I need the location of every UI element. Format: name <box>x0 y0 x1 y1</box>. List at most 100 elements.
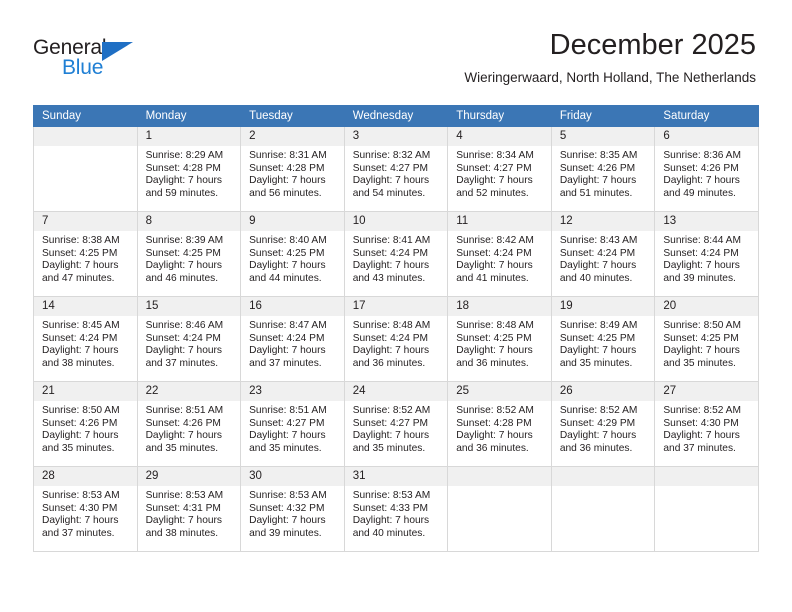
day-info-line: Sunset: 4:31 PM <box>145 502 221 514</box>
day-info-line: Daylight: 7 hours <box>663 430 740 442</box>
day-info-line: Daylight: 7 hours <box>249 345 326 357</box>
day-info-line: Sunset: 4:27 PM <box>249 417 325 429</box>
day-number: 23 <box>241 382 344 401</box>
calendar-day-cell[interactable]: 20 Sunrise: 8:50 AM Sunset: 4:25 PM Dayligh… <box>654 296 759 382</box>
day-info-line: and 36 minutes. <box>559 442 633 454</box>
calendar-day-cell[interactable]: 31 Sunrise: 8:53 AM Sunset: 4:33 PM Dayligh… <box>343 466 449 552</box>
weekday-headers: Sunday Monday Tuesday Wednesday Thursday Frid… <box>33 105 759 127</box>
day-info-line: Sunrise: 8:43 AM <box>559 235 638 246</box>
calendar-day-cell[interactable]: 16 Sunrise: 8:47 AM Sunset: 4:24 PM Dayligh… <box>240 296 345 382</box>
day-info-line: Sunrise: 8:35 AM <box>559 150 638 161</box>
calendar-day-cell[interactable]: 12 Sunrise: 8:43 AM Sunset: 4:24 PM Dayligh… <box>550 211 656 297</box>
calendar-day-cell[interactable]: 28 Sunrise: 8:53 AM Sunset: 4:30 PM Dayligh… <box>33 466 138 552</box>
day-info-line: Sunrise: 8:36 AM <box>663 150 741 161</box>
day-info-line: Daylight: 7 hours <box>352 260 430 272</box>
triangle-icon <box>102 42 133 61</box>
day-number: 29 <box>137 467 241 486</box>
day-info-line: Sunset: 4:32 PM <box>249 502 325 514</box>
day-info-line: Sunrise: 8:39 AM <box>145 235 224 246</box>
day-info-line: Daylight: 7 hours <box>145 515 223 527</box>
calendar-day-cell[interactable]: 30 Sunrise: 8:53 AM Sunset: 4:32 PM Dayligh… <box>240 466 345 552</box>
weekday-header-wednesday: Wednesday <box>343 105 449 127</box>
day-info-line: Sunrise: 8:38 AM <box>42 235 120 246</box>
calendar-day-cell[interactable]: 25 Sunrise: 8:52 AM Sunset: 4:28 PM Dayligh… <box>447 381 552 467</box>
day-info-line: Sunset: 4:30 PM <box>42 502 118 514</box>
calendar-day-cell[interactable]: 19 Sunrise: 8:49 AM Sunset: 4:25 PM Dayligh… <box>550 296 656 382</box>
calendar-day-cell[interactable]: 21 Sunrise: 8:50 AM Sunset: 4:26 PM Dayligh… <box>33 381 138 467</box>
day-sun-info: Sunrise: 8:52 AM Sunset: 4:28 PM Daylight:… <box>448 401 551 455</box>
day-info-line: Daylight: 7 hours <box>456 345 533 357</box>
day-info-line: Daylight: 7 hours <box>249 175 326 187</box>
calendar-day-cell[interactable]: 9 Sunrise: 8:40 AM Sunset: 4:25 PM Daylight… <box>240 211 345 297</box>
calendar-cell-empty <box>654 466 759 552</box>
day-info-line: and 35 minutes. <box>663 357 736 369</box>
calendar-day-cell[interactable]: 29 Sunrise: 8:53 AM Sunset: 4:31 PM Dayligh… <box>136 466 242 552</box>
day-info-line: and 39 minutes. <box>249 527 322 539</box>
calendar-day-cell[interactable]: 22 Sunrise: 8:51 AM Sunset: 4:26 PM Dayligh… <box>136 381 242 467</box>
calendar-day-cell[interactable]: 10 Sunrise: 8:41 AM Sunset: 4:24 PM Dayligh… <box>343 211 449 297</box>
day-number: 4 <box>448 127 551 146</box>
generalblue-logo[interactable]: General Blue <box>33 36 183 86</box>
day-info-line: Sunset: 4:25 PM <box>249 247 325 259</box>
day-info-line: and 35 minutes. <box>559 357 633 369</box>
calendar-day-cell[interactable]: 24 Sunrise: 8:52 AM Sunset: 4:27 PM Dayligh… <box>343 381 449 467</box>
day-info-line: Daylight: 7 hours <box>352 430 430 442</box>
day-number: 18 <box>448 297 551 316</box>
day-info-line: Sunrise: 8:44 AM <box>663 235 741 246</box>
day-info-line: Daylight: 7 hours <box>559 175 637 187</box>
day-info-line: Sunrise: 8:51 AM <box>249 405 327 416</box>
day-sun-info: Sunrise: 8:39 AM Sunset: 4:25 PM Daylight:… <box>138 231 241 285</box>
calendar-day-cell[interactable]: 23 Sunrise: 8:51 AM Sunset: 4:27 PM Dayligh… <box>240 381 345 467</box>
calendar-day-cell[interactable]: 13 Sunrise: 8:44 AM Sunset: 4:24 PM Dayligh… <box>654 211 759 297</box>
day-number: 16 <box>241 297 344 316</box>
day-sun-info: Sunrise: 8:35 AM Sunset: 4:26 PM Daylight:… <box>552 146 655 200</box>
day-info-line: Daylight: 7 hours <box>352 345 430 357</box>
day-info-line: Sunset: 4:27 PM <box>352 162 429 174</box>
calendar-cell-empty <box>447 466 552 552</box>
day-info-line: Sunrise: 8:53 AM <box>352 490 431 501</box>
calendar-day-cell[interactable]: 15 Sunrise: 8:46 AM Sunset: 4:24 PM Dayligh… <box>136 296 242 382</box>
weekday-header-sunday: Sunday <box>33 105 138 127</box>
weekday-header-saturday: Saturday <box>654 105 759 127</box>
day-info-line: Sunset: 4:29 PM <box>559 417 636 429</box>
day-info-line: and 37 minutes. <box>145 357 219 369</box>
day-sun-info: Sunrise: 8:51 AM Sunset: 4:27 PM Daylight:… <box>241 401 344 455</box>
calendar-day-cell[interactable]: 26 Sunrise: 8:52 AM Sunset: 4:29 PM Dayligh… <box>550 381 656 467</box>
day-info-line: and 40 minutes. <box>559 272 633 284</box>
day-info-line: and 37 minutes. <box>663 442 736 454</box>
calendar-day-cell[interactable]: 27 Sunrise: 8:52 AM Sunset: 4:30 PM Dayligh… <box>654 381 759 467</box>
day-info-line: Daylight: 7 hours <box>456 260 533 272</box>
calendar-day-cell[interactable]: 8 Sunrise: 8:39 AM Sunset: 4:25 PM Daylight… <box>136 211 242 297</box>
day-info-line: Sunrise: 8:47 AM <box>249 320 327 331</box>
calendar-day-cell[interactable]: 6 Sunrise: 8:36 AM Sunset: 4:26 PM Daylight… <box>654 126 759 212</box>
logo-text-blue: Blue <box>62 56 104 79</box>
calendar-day-cell[interactable]: 11 Sunrise: 8:42 AM Sunset: 4:24 PM Dayligh… <box>447 211 552 297</box>
day-number: 28 <box>34 467 137 486</box>
calendar-day-cell[interactable]: 2 Sunrise: 8:31 AM Sunset: 4:28 PM Daylight… <box>240 126 345 212</box>
calendar-day-cell[interactable]: 7 Sunrise: 8:38 AM Sunset: 4:25 PM Daylight… <box>33 211 138 297</box>
calendar-day-cell[interactable]: 17 Sunrise: 8:48 AM Sunset: 4:24 PM Dayligh… <box>343 296 449 382</box>
calendar-page: General Blue December 2025 Wieringerwaar… <box>0 0 792 612</box>
calendar-day-cell[interactable]: 18 Sunrise: 8:48 AM Sunset: 4:25 PM Dayligh… <box>447 296 552 382</box>
day-number: 31 <box>344 467 448 486</box>
day-sun-info: Sunrise: 8:51 AM Sunset: 4:26 PM Daylight:… <box>138 401 241 455</box>
day-info-line: Sunset: 4:26 PM <box>663 162 739 174</box>
day-sun-info: Sunrise: 8:41 AM Sunset: 4:24 PM Daylight:… <box>345 231 448 285</box>
day-info-line: and 35 minutes. <box>42 442 115 454</box>
day-info-line: and 41 minutes. <box>456 272 529 284</box>
day-number: 21 <box>34 382 137 401</box>
day-info-line: Sunset: 4:27 PM <box>352 417 429 429</box>
calendar-day-cell[interactable]: 1 Sunrise: 8:29 AM Sunset: 4:28 PM Daylight… <box>136 126 242 212</box>
calendar-grid: Sunday Monday Tuesday Wednesday Thursday Frid… <box>33 105 759 552</box>
calendar-week-row: 14 Sunrise: 8:45 AM Sunset: 4:24 PM Dayligh… <box>33 296 759 382</box>
calendar-day-cell[interactable]: 5 Sunrise: 8:35 AM Sunset: 4:26 PM Daylight… <box>550 126 656 212</box>
calendar-day-cell[interactable]: 3 Sunrise: 8:32 AM Sunset: 4:27 PM Daylight… <box>343 126 449 212</box>
day-info-line: Daylight: 7 hours <box>456 430 533 442</box>
day-info-line: Sunset: 4:25 PM <box>456 332 532 344</box>
page-header: General Blue December 2025 Wieringerwaar… <box>0 0 792 100</box>
day-info-line: Sunset: 4:27 PM <box>456 162 532 174</box>
day-info-line: Daylight: 7 hours <box>145 260 223 272</box>
calendar-day-cell[interactable]: 4 Sunrise: 8:34 AM Sunset: 4:27 PM Daylight… <box>447 126 552 212</box>
day-info-line: Sunrise: 8:41 AM <box>352 235 431 246</box>
calendar-day-cell[interactable]: 14 Sunrise: 8:45 AM Sunset: 4:24 PM Dayligh… <box>33 296 138 382</box>
